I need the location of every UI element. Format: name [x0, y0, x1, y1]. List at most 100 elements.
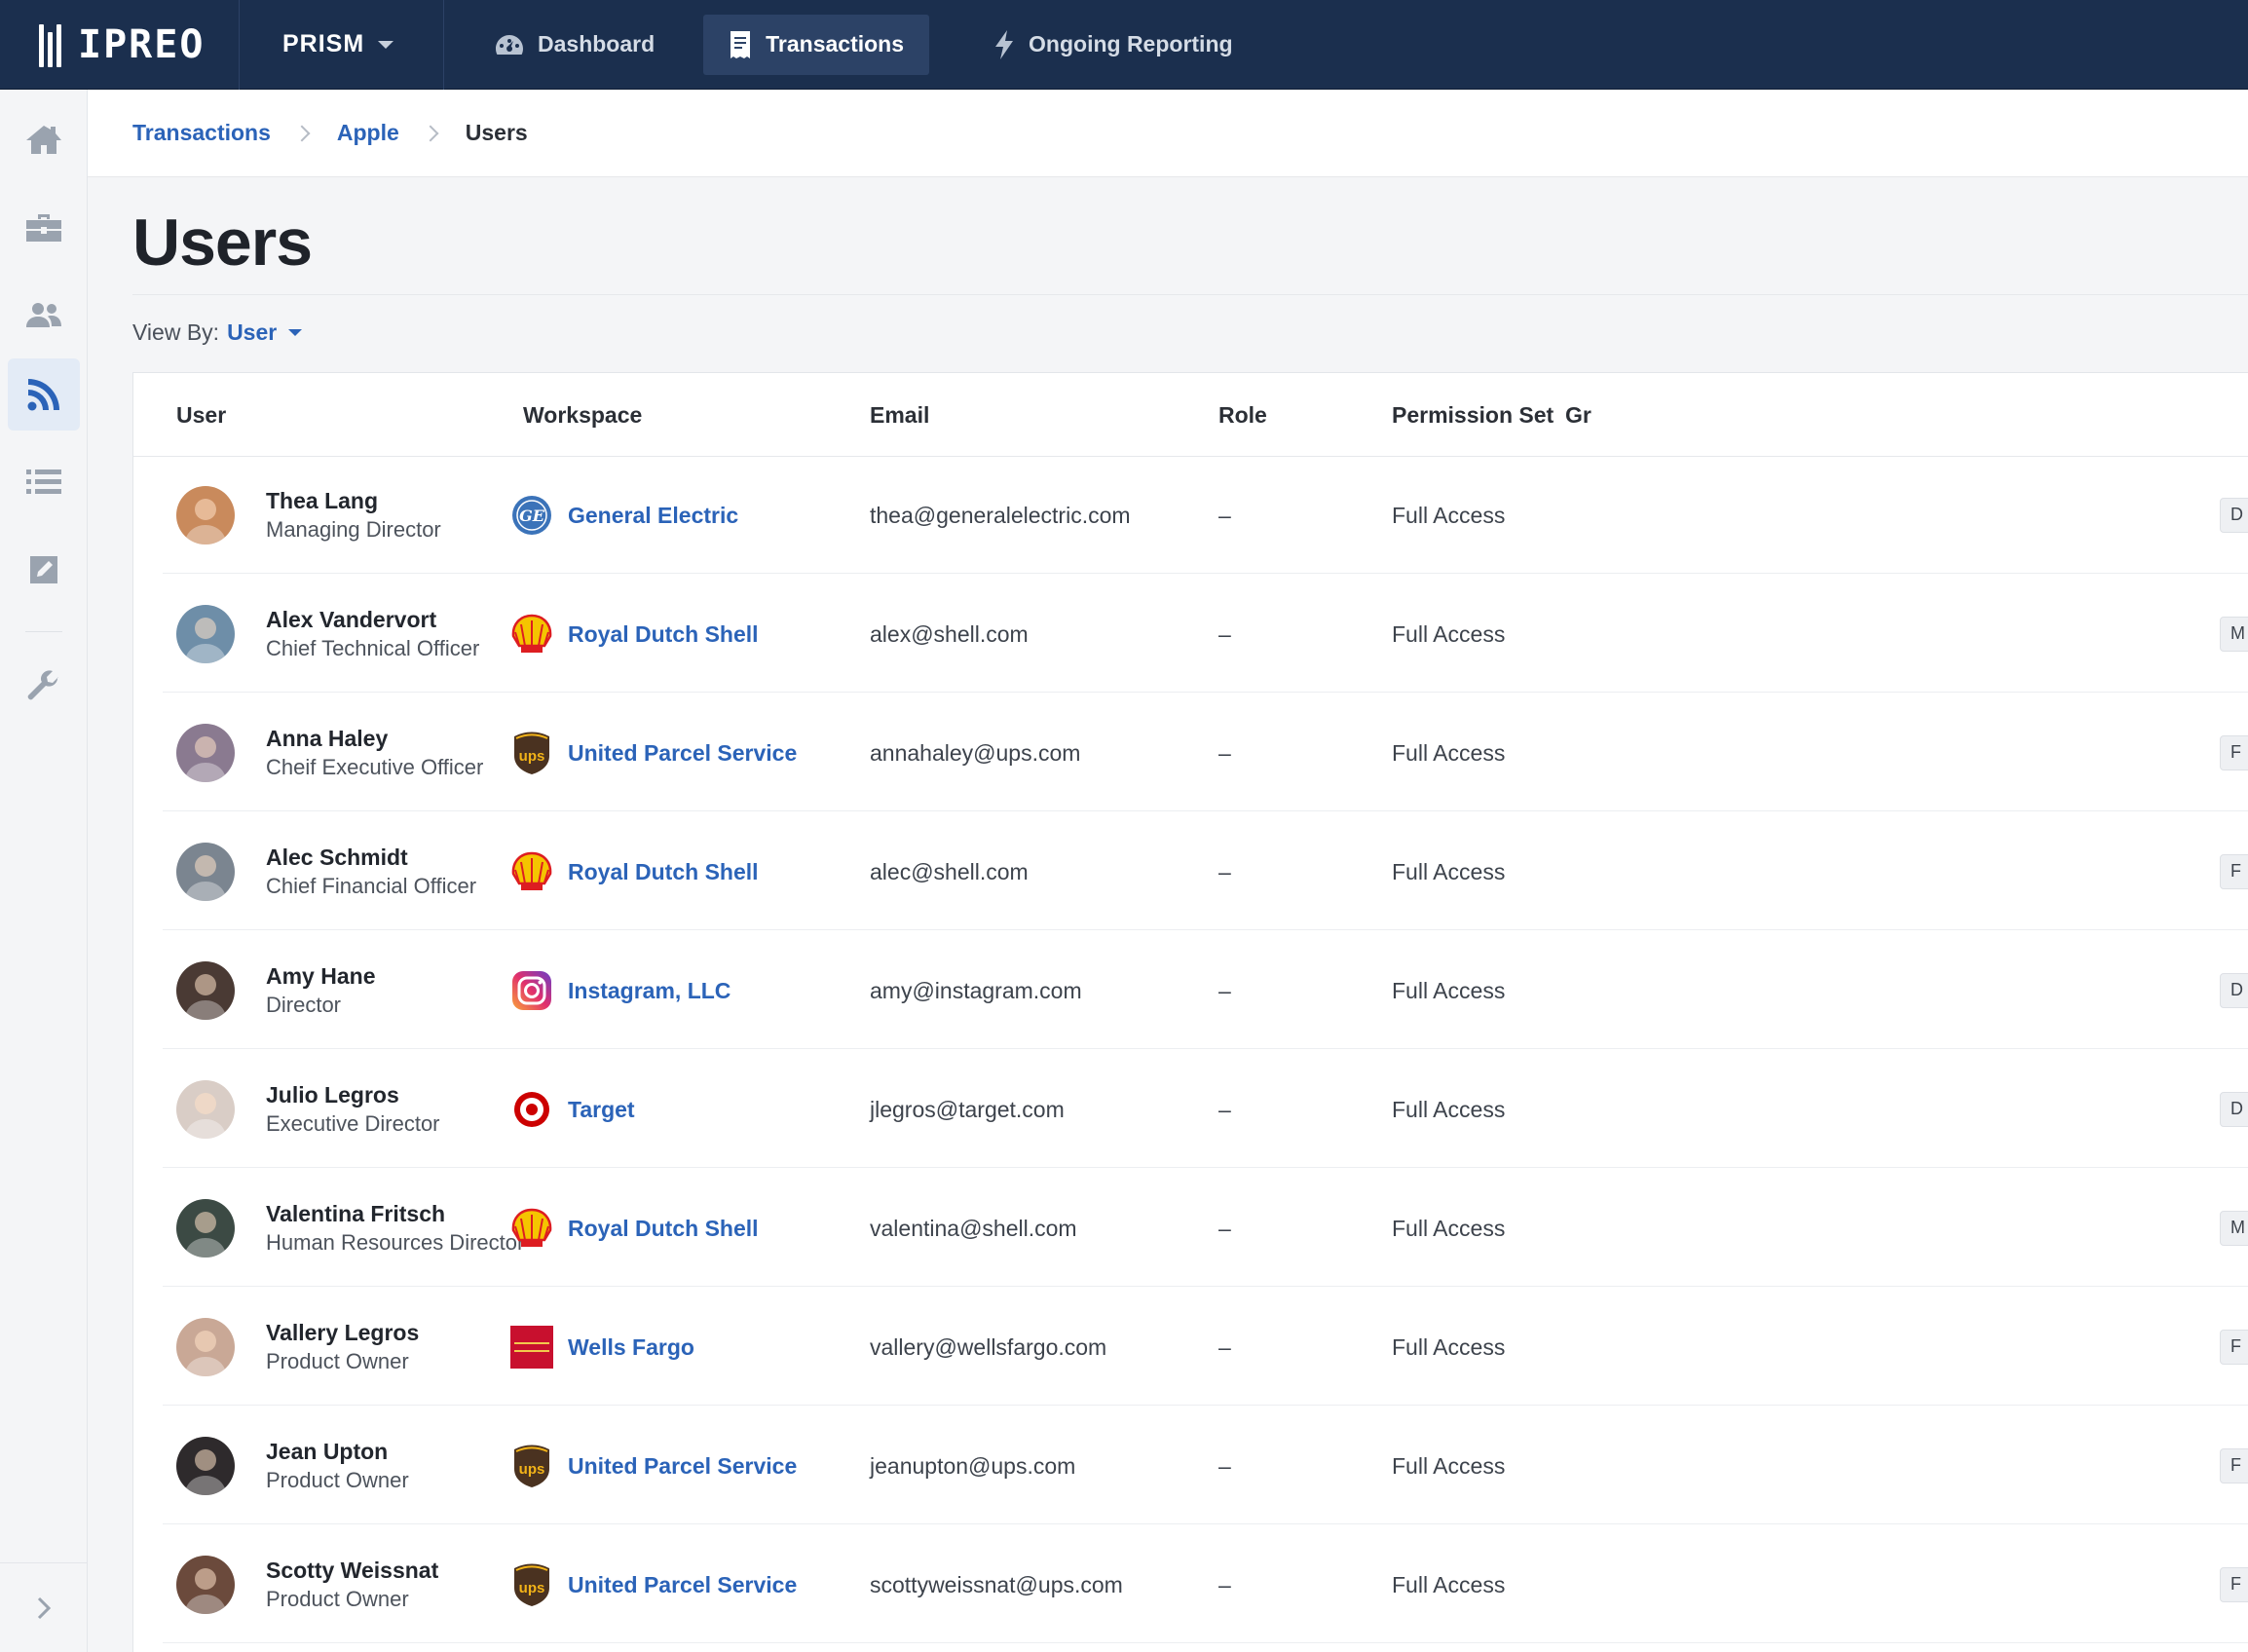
table-row[interactable]: Amy Hane Director Instagram, LLC amy@instag…	[163, 932, 2248, 1049]
breadcrumb-separator-icon	[422, 125, 439, 141]
breadcrumb-apple[interactable]: Apple	[337, 120, 399, 146]
workspace-link[interactable]: Instagram, LLC	[568, 978, 731, 1004]
sidebar-expand-button[interactable]	[0, 1562, 88, 1652]
view-by-dropdown[interactable]: User	[227, 319, 303, 346]
sidebar-item-list[interactable]	[8, 446, 80, 518]
instagram-logo-icon	[512, 971, 551, 1010]
table-row[interactable]: Scotty Weissnat Product Owner ups United Pa…	[163, 1526, 2248, 1643]
workspace-logo: GE	[509, 493, 554, 538]
user-name[interactable]: Jean Upton	[266, 1439, 388, 1465]
column-header-user[interactable]: User	[176, 402, 226, 429]
email-cell: scottyweissnat@ups.com	[870, 1571, 1123, 1597]
royal-dutch-shell-logo-icon	[511, 851, 552, 890]
column-header-permission-set[interactable]: Permission Set	[1392, 402, 1554, 429]
left-sidebar	[0, 90, 88, 1652]
table-header: User Workspace Email Role Permission Set…	[133, 373, 2248, 457]
user-title: Managing Director	[266, 517, 441, 542]
workspace-link[interactable]: Royal Dutch Shell	[568, 1216, 759, 1242]
chevron-down-icon	[378, 40, 394, 49]
permission-set-cell: Full Access	[1392, 1096, 1506, 1122]
svg-text:ups: ups	[519, 748, 545, 765]
breadcrumb: Transactions Apple Users	[88, 90, 2248, 177]
group-badge[interactable]: D	[2220, 973, 2248, 1008]
group-badge[interactable]: F	[2220, 854, 2248, 889]
table-row[interactable]: Jean Upton Product Owner ups United Parcel …	[163, 1408, 2248, 1524]
group-badge[interactable]: F	[2220, 735, 2248, 770]
group-badge[interactable]: M	[2220, 1211, 2248, 1246]
avatar[interactable]	[176, 1437, 235, 1495]
workspace-cell: ups United Parcel Service	[509, 695, 797, 811]
table-row[interactable]: Vallery Legros Product Owner Wells Fargo va…	[163, 1289, 2248, 1406]
email-cell: jlegros@target.com	[870, 1096, 1065, 1122]
group-badge[interactable]: M	[2220, 617, 2248, 652]
table-row[interactable]: Thea Lang Managing Director GE General Elec…	[163, 457, 2248, 574]
workspace-logo	[509, 849, 554, 894]
role-cell: –	[1218, 1452, 1231, 1479]
brand-logo[interactable]: IPREO	[0, 0, 240, 90]
workspace-link[interactable]: General Electric	[568, 503, 738, 529]
user-name[interactable]: Julio Legros	[266, 1082, 399, 1108]
workspace-link[interactable]: Target	[568, 1097, 635, 1123]
avatar[interactable]	[176, 605, 235, 663]
group-badge[interactable]: F	[2220, 1567, 2248, 1602]
main-content: Transactions Apple Users Users View By: …	[88, 90, 2248, 1652]
workspace-link[interactable]: Royal Dutch Shell	[568, 859, 759, 885]
group-badge[interactable]: D	[2220, 1092, 2248, 1127]
nav-tab-ongoing-reporting[interactable]: Ongoing Reporting	[968, 15, 1258, 75]
nav-tab-dashboard[interactable]: Dashboard	[469, 15, 680, 75]
workspace-link[interactable]: United Parcel Service	[568, 740, 797, 767]
avatar[interactable]	[176, 486, 235, 544]
table-row[interactable]: Alex Vandervort Chief Technical Officer Ro…	[163, 576, 2248, 693]
workspace-cell: Wells Fargo	[509, 1289, 694, 1406]
feed-icon	[27, 379, 59, 411]
user-name[interactable]: Amy Hane	[266, 963, 375, 990]
edit-icon	[30, 556, 57, 583]
breadcrumb-current: Users	[465, 120, 528, 145]
role-cell: –	[1218, 1215, 1231, 1241]
user-name[interactable]: Alec Schmidt	[266, 845, 408, 871]
sidebar-item-users[interactable]	[8, 279, 80, 351]
avatar[interactable]	[176, 724, 235, 782]
sidebar-item-feed[interactable]	[8, 358, 80, 431]
avatar[interactable]	[176, 961, 235, 1020]
column-header-role[interactable]: Role	[1218, 402, 1267, 429]
avatar[interactable]	[176, 1199, 235, 1258]
workspace-link[interactable]: United Parcel Service	[568, 1453, 797, 1480]
workspace-link[interactable]: Wells Fargo	[568, 1334, 694, 1361]
user-title: Cheif Executive Officer	[266, 755, 484, 779]
avatar[interactable]	[176, 1318, 235, 1376]
table-row[interactable]: Alec Schmidt Chief Financial Officer Royal…	[163, 813, 2248, 930]
workspace-link[interactable]: Royal Dutch Shell	[568, 621, 759, 648]
user-name[interactable]: Alex Vandervort	[266, 607, 436, 633]
column-header-email[interactable]: Email	[870, 402, 929, 429]
avatar[interactable]	[176, 1080, 235, 1139]
nav-tab-transactions[interactable]: Transactions	[703, 14, 930, 75]
group-badge[interactable]: F	[2220, 1448, 2248, 1483]
group-badge[interactable]: D	[2220, 498, 2248, 533]
sidebar-item-settings[interactable]	[8, 651, 80, 723]
workspace-link[interactable]: United Parcel Service	[568, 1572, 797, 1598]
breadcrumb-transactions[interactable]: Transactions	[132, 120, 271, 146]
user-name[interactable]: Thea Lang	[266, 488, 378, 514]
table-row[interactable]: Valentina Fritsch Human Resources Directo…	[163, 1170, 2248, 1287]
workspace-cell: Royal Dutch Shell	[509, 1170, 759, 1287]
column-header-group[interactable]: Gr	[1565, 402, 1592, 429]
sidebar-item-edit[interactable]	[8, 534, 80, 606]
product-switcher[interactable]: PRISM	[240, 0, 444, 90]
avatar[interactable]	[176, 1556, 235, 1614]
email-cell: alec@shell.com	[870, 858, 1029, 884]
permission-set-cell: Full Access	[1392, 1452, 1506, 1479]
table-row[interactable]: Julio Legros Executive Director Target jleg…	[163, 1051, 2248, 1168]
sidebar-item-briefcase[interactable]	[8, 191, 80, 263]
sidebar-item-home[interactable]	[8, 103, 80, 175]
group-badge[interactable]: F	[2220, 1330, 2248, 1365]
user-name[interactable]: Anna Haley	[266, 726, 388, 752]
user-name[interactable]: Vallery Legros	[266, 1320, 419, 1346]
column-header-workspace[interactable]: Workspace	[523, 402, 642, 429]
user-name[interactable]: Valentina Fritsch	[266, 1201, 445, 1227]
email-cell: alex@shell.com	[870, 620, 1029, 647]
table-row[interactable]: Anna Haley Cheif Executive Officer ups Unit…	[163, 695, 2248, 811]
avatar[interactable]	[176, 843, 235, 901]
user-name[interactable]: Scotty Weissnat	[266, 1558, 438, 1584]
wells-fargo-logo-icon	[510, 1326, 553, 1369]
